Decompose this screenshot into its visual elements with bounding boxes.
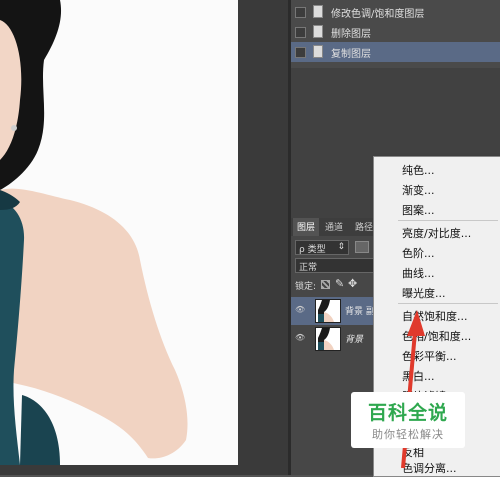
menu-item-solid-color[interactable]: 纯色... [402, 162, 435, 178]
chevron-updown-icon: ⇕ [337, 242, 345, 252]
lock-label: 锁定: [295, 282, 317, 292]
history-checkbox[interactable] [295, 7, 306, 18]
lock-pixels-icon[interactable]: ✎ [335, 277, 344, 290]
tab-channels[interactable]: 通道 [321, 218, 347, 236]
document-icon [313, 5, 323, 18]
layer-thumbnail [315, 299, 341, 323]
history-item-label: 删除图层 [331, 29, 371, 40]
history-panel: 修改色调/饱和度图层 删除图层 复制图层 [291, 0, 500, 68]
eye-icon[interactable]: 👁 [295, 333, 305, 342]
history-item-selected[interactable]: 复制图层 [291, 42, 500, 62]
eye-icon[interactable]: 👁 [295, 305, 305, 314]
blend-mode-select[interactable]: 正常 [295, 258, 377, 273]
layer-row-selected[interactable]: 👁 背景 副 [291, 297, 381, 325]
image-filter-icon[interactable] [355, 241, 369, 253]
lock-position-icon[interactable]: ✥ [348, 277, 357, 290]
history-checkbox[interactable] [295, 27, 306, 38]
document-canvas[interactable] [0, 0, 288, 475]
history-item[interactable]: 删除图层 [291, 22, 500, 42]
baike-watermark: 百科全说 助你轻松解决 [351, 392, 465, 448]
layer-thumbnail [315, 327, 341, 351]
layer-name[interactable]: 背景 [345, 332, 363, 345]
layer-row[interactable]: 👁 背景 [291, 325, 381, 353]
layer-name[interactable]: 背景 副 [345, 304, 375, 317]
filter-label: ρ 类型 [299, 245, 326, 255]
menu-separator [398, 303, 498, 304]
document-icon [313, 25, 323, 38]
menu-item-levels[interactable]: 色阶... [402, 245, 435, 261]
menu-item-curves[interactable]: 曲线... [402, 265, 435, 281]
woman-photo-illustration [0, 0, 188, 465]
document-icon [313, 45, 323, 58]
blend-mode-value: 正常 [299, 263, 318, 273]
tab-layers[interactable]: 图层 [293, 218, 320, 236]
lock-transparent-icon[interactable] [321, 280, 330, 289]
history-checkbox[interactable] [295, 47, 306, 58]
menu-item-exposure[interactable]: 曝光度... [402, 285, 446, 301]
menu-item-pattern[interactable]: 图案... [402, 202, 435, 218]
watermark-subtitle: 助你轻松解决 [372, 428, 444, 441]
history-item[interactable]: 修改色调/饱和度图层 [291, 2, 500, 22]
layer-filter-select[interactable]: ρ 类型 ⇕ [295, 240, 349, 255]
menu-item-brightness-contrast[interactable]: 亮度/对比度... [402, 225, 471, 241]
watermark-title: 百科全说 [367, 402, 448, 424]
menu-item-gradient[interactable]: 渐变... [402, 182, 435, 198]
history-item-label: 修改色调/饱和度图层 [331, 9, 425, 20]
history-item-label: 复制图层 [331, 49, 371, 60]
menu-separator [398, 220, 498, 221]
photo-image [0, 0, 238, 465]
